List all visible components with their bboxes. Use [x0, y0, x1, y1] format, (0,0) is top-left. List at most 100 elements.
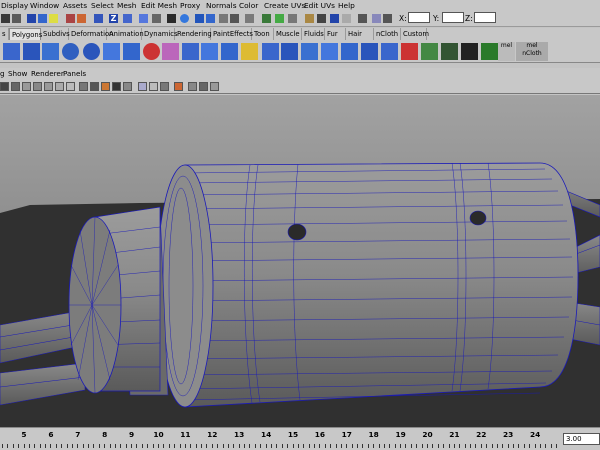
- hypershade-icon[interactable]: [206, 14, 215, 23]
- show-panel-icon[interactable]: [262, 14, 271, 23]
- triangulate-icon[interactable]: [301, 43, 318, 60]
- poly-cube-icon[interactable]: [23, 43, 40, 60]
- separate-icon[interactable]: [143, 43, 160, 60]
- input-field-menu-icon[interactable]: [358, 14, 367, 23]
- attribute-editor-icon[interactable]: [305, 14, 314, 23]
- menu-help[interactable]: Help: [338, 0, 355, 11]
- tab-animation[interactable]: Animation: [107, 28, 144, 40]
- uv-editor-icon[interactable]: [461, 43, 478, 60]
- z-field[interactable]: [474, 12, 496, 23]
- snap-point-icon[interactable]: [94, 14, 103, 23]
- panel-menu-panels[interactable]: Panels: [63, 68, 86, 79]
- wire-on-shaded-icon[interactable]: [160, 82, 169, 91]
- panel-icon[interactable]: [342, 14, 351, 23]
- mel-script-icon-2[interactable]: mel nCloth: [516, 42, 548, 61]
- menu-mesh[interactable]: Mesh: [117, 0, 136, 11]
- time-slider[interactable]: 5 6 7 8 9 10 11 12 13 14 15 16 17 18 19 20 21 22 23 24 3.00: [0, 427, 600, 450]
- fill-hole-icon[interactable]: [281, 43, 298, 60]
- isolate-select-icon[interactable]: [199, 82, 208, 91]
- xray-icon[interactable]: [138, 82, 147, 91]
- menu-edit-uvs[interactable]: Edit UVs: [304, 0, 335, 11]
- append-polygon-icon[interactable]: [381, 43, 398, 60]
- menu-display[interactable]: Display: [1, 0, 28, 11]
- poly-cylinder-icon[interactable]: [42, 43, 59, 60]
- menu-assets[interactable]: Assets: [63, 0, 87, 11]
- menu-edit-mesh[interactable]: Edit Mesh: [141, 0, 177, 11]
- tab-ncloth[interactable]: nCloth: [374, 28, 401, 40]
- render-current-icon[interactable]: [167, 14, 176, 23]
- output-ops-icon[interactable]: [139, 14, 148, 23]
- use-all-lights-icon[interactable]: [112, 82, 121, 91]
- bridge-icon[interactable]: [361, 43, 378, 60]
- isolate-icon[interactable]: [149, 82, 158, 91]
- wireframe-icon[interactable]: [79, 82, 88, 91]
- poly-torus-icon[interactable]: [83, 43, 100, 60]
- bookmark-icon[interactable]: [22, 82, 31, 91]
- poly-sphere-icon[interactable]: [3, 43, 20, 60]
- marking-icon[interactable]: [245, 14, 254, 23]
- menu-normals[interactable]: Normals: [206, 0, 237, 11]
- y-field[interactable]: [442, 12, 464, 23]
- smooth-shade-icon[interactable]: [90, 82, 99, 91]
- checker-icon[interactable]: [481, 43, 498, 60]
- boolean-difference-icon[interactable]: [221, 43, 238, 60]
- panel-menu-renderer[interactable]: Renderer: [31, 68, 64, 79]
- insert-edge-loop-icon[interactable]: [421, 43, 438, 60]
- tool-settings-icon[interactable]: [317, 14, 326, 23]
- highlight-icon[interactable]: [174, 82, 183, 91]
- boolean-union-icon[interactable]: [201, 43, 218, 60]
- tab-deformation[interactable]: Deformation: [69, 28, 113, 40]
- move-numeric-icon[interactable]: [383, 14, 392, 23]
- viewport-3d[interactable]: [0, 95, 600, 427]
- construction-history-icon[interactable]: [152, 14, 161, 23]
- channel-box-icon[interactable]: [288, 14, 297, 23]
- x-field[interactable]: [408, 12, 430, 23]
- snap-view-icon[interactable]: Z: [109, 14, 118, 23]
- boolean-intersection-icon[interactable]: [241, 43, 258, 60]
- open-scene-icon[interactable]: [1, 14, 10, 23]
- ipr-render-icon[interactable]: [180, 14, 189, 23]
- image-plane-icon[interactable]: [33, 82, 42, 91]
- tab-polygons[interactable]: Polygons: [9, 28, 42, 40]
- menu-proxy[interactable]: Proxy: [180, 0, 200, 11]
- tab-custom[interactable]: Custom: [401, 28, 429, 40]
- layer-editor-icon[interactable]: [330, 14, 339, 23]
- tab-muscle[interactable]: Muscle: [274, 28, 302, 40]
- grid-icon[interactable]: [44, 82, 53, 91]
- camera-icon[interactable]: [0, 82, 9, 91]
- select-mask-icon[interactable]: [230, 14, 239, 23]
- panel-menu-view[interactable]: g: [0, 68, 5, 79]
- select-object-icon[interactable]: [38, 14, 47, 23]
- extract-icon[interactable]: [182, 43, 199, 60]
- textured-icon[interactable]: [101, 82, 110, 91]
- input-ops-icon[interactable]: [123, 14, 132, 23]
- tab-painteffects[interactable]: PaintEffects: [211, 28, 253, 40]
- tab-subdivs[interactable]: Subdivs: [41, 28, 70, 40]
- tab-partial[interactable]: s: [0, 28, 9, 40]
- select-hierarchy-icon[interactable]: [27, 14, 36, 23]
- poly-plane-icon[interactable]: [103, 43, 120, 60]
- absolute-transform-icon[interactable]: [372, 14, 381, 23]
- tab-hair[interactable]: Hair: [346, 28, 374, 40]
- select-component-icon[interactable]: [49, 14, 58, 23]
- menu-color[interactable]: Color: [239, 0, 258, 11]
- tab-rendering[interactable]: Rendering: [175, 28, 212, 40]
- menu-select[interactable]: Select: [91, 0, 114, 11]
- quadrangulate-icon[interactable]: [321, 43, 338, 60]
- save-scene-icon[interactable]: [12, 14, 21, 23]
- tab-dynamics[interactable]: Dynamics: [142, 28, 178, 40]
- combine-icon[interactable]: [123, 43, 140, 60]
- menu-create-uvs[interactable]: Create UVs: [264, 0, 305, 11]
- panel-menu-show[interactable]: Show: [8, 68, 27, 79]
- offset-edge-loop-icon[interactable]: [441, 43, 458, 60]
- resolution-gate-icon[interactable]: [66, 82, 75, 91]
- tab-fluids[interactable]: Fluids: [302, 28, 325, 40]
- hud-icon[interactable]: [188, 82, 197, 91]
- current-frame-field[interactable]: 3.00: [563, 433, 600, 445]
- mel-script-icon-1[interactable]: mel: [498, 42, 515, 61]
- xray-joints-icon[interactable]: [210, 82, 219, 91]
- lock-icon[interactable]: [219, 14, 228, 23]
- snap-grid-icon[interactable]: [66, 14, 75, 23]
- film-gate-icon[interactable]: [55, 82, 64, 91]
- render-settings-icon[interactable]: [195, 14, 204, 23]
